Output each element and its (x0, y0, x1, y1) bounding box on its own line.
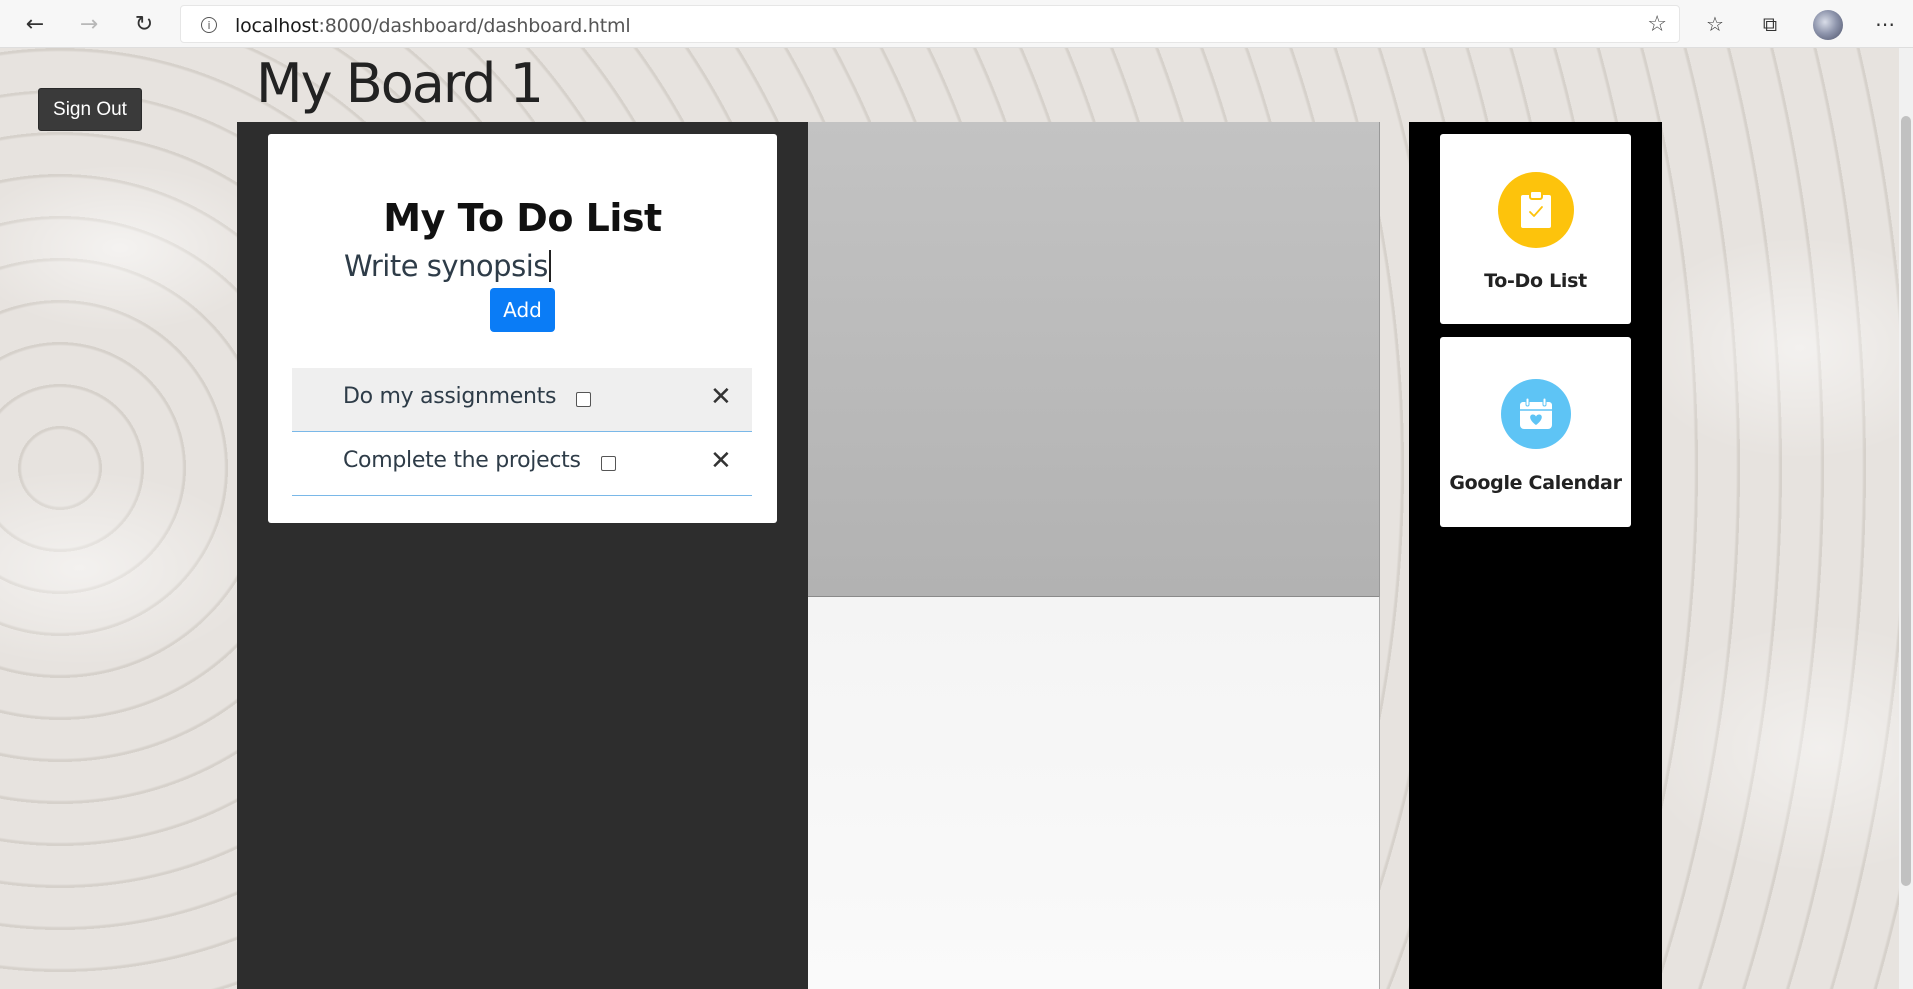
more-menu-icon[interactable]: ⋯ (1868, 8, 1902, 40)
refresh-icon[interactable]: ↻ (127, 8, 161, 40)
scrollbar-thumb[interactable] (1901, 116, 1911, 886)
todo-item: Do my assignments ✕ (292, 368, 752, 432)
url-host: localhost (235, 15, 319, 37)
widget-label: To-Do List (1484, 270, 1587, 292)
calendar-heart-icon (1501, 379, 1571, 449)
favorites-list-icon[interactable]: ☆ (1698, 8, 1732, 40)
todo-item-checkbox[interactable] (601, 456, 616, 471)
text-caret (548, 250, 551, 282)
todo-item-checkbox[interactable] (576, 392, 591, 407)
delete-x-icon[interactable]: ✕ (710, 446, 732, 476)
todo-title: My To Do List (383, 196, 662, 240)
todo-input[interactable]: Write synopsis (344, 246, 584, 286)
site-info-icon[interactable]: i (201, 17, 217, 33)
clipboard-check-icon (1498, 172, 1574, 248)
board-title: My Board 1 (256, 52, 544, 115)
profile-avatar[interactable] (1813, 10, 1843, 40)
widget-todo-list[interactable]: To-Do List (1440, 134, 1631, 324)
delete-x-icon[interactable]: ✕ (710, 382, 732, 412)
todo-item-label: Do my assignments (343, 384, 557, 409)
url-text[interactable]: localhost:8000/dashboard/dashboard.html (235, 15, 631, 37)
page-scrollbar[interactable] (1899, 48, 1913, 989)
widget-google-calendar[interactable]: Google Calendar (1440, 337, 1631, 527)
url-path: :8000/dashboard/dashboard.html (318, 15, 631, 37)
forward-arrow-icon[interactable]: → (72, 8, 106, 40)
page-background: Sign Out My Board 1 My To Do List Write … (0, 48, 1913, 989)
add-button[interactable]: Add (490, 288, 555, 332)
widget-label: Google Calendar (1449, 472, 1622, 494)
board-column-middle-bottom (808, 596, 1380, 989)
address-bar[interactable]: i localhost:8000/dashboard/dashboard.htm… (180, 5, 1680, 43)
todo-card: My To Do List Write synopsis Add Do my a… (268, 134, 777, 523)
todo-item: Complete the projects ✕ (292, 432, 752, 496)
favorite-star-icon[interactable]: ☆ (1647, 12, 1667, 37)
browser-toolbar: ← → ↻ i localhost:8000/dashboard/dashboa… (0, 0, 1913, 48)
board-column-middle-top (808, 122, 1380, 596)
back-arrow-icon[interactable]: ← (18, 8, 52, 40)
collections-icon[interactable]: ⧉ (1753, 8, 1787, 40)
todo-item-label: Complete the projects (343, 448, 581, 473)
sign-out-button[interactable]: Sign Out (38, 88, 142, 131)
todo-input-value: Write synopsis (344, 249, 548, 283)
